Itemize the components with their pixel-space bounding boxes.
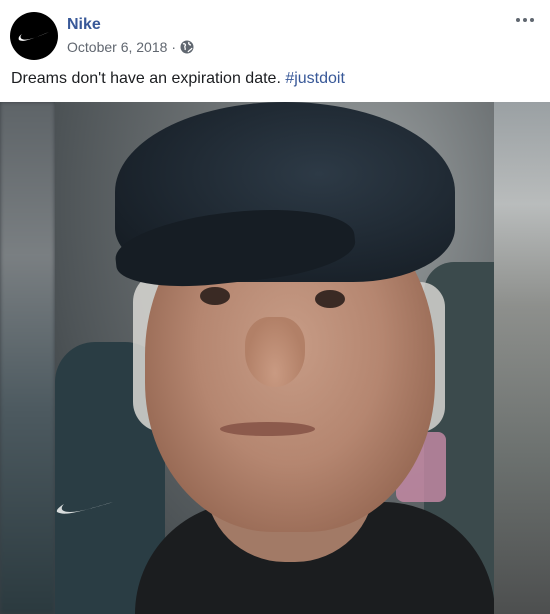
meta-separator: · (171, 39, 177, 55)
blurred-background-left (0, 102, 55, 614)
nike-swoosh-icon (18, 32, 49, 41)
video-frame[interactable] (55, 102, 494, 614)
page-avatar[interactable] (10, 12, 58, 60)
mouth (220, 422, 315, 436)
eye (315, 290, 345, 308)
more-dot (530, 18, 534, 22)
post-date[interactable]: October 6, 2018 (67, 39, 167, 55)
caption-text: Dreams don't have an expiration date. (11, 70, 286, 87)
nose (245, 317, 305, 387)
post-video[interactable] (0, 102, 550, 614)
more-options-icon[interactable] (516, 14, 540, 26)
facebook-post: Nike October 6, 2018 · Dreams don't have… (0, 0, 550, 614)
more-dot (523, 18, 527, 22)
shirt-swoosh-icon (56, 502, 113, 514)
eye (200, 287, 230, 305)
post-caption: Dreams don't have an expiration date. #j… (11, 70, 345, 88)
hashtag-link[interactable]: #justdoit (285, 70, 345, 87)
post-meta: October 6, 2018 · (67, 39, 194, 55)
post-header: Nike October 6, 2018 · (0, 0, 550, 66)
page-name-link[interactable]: Nike (67, 16, 101, 34)
globe-icon[interactable] (180, 40, 194, 54)
blurred-background-right (494, 102, 550, 614)
more-dot (516, 18, 520, 22)
